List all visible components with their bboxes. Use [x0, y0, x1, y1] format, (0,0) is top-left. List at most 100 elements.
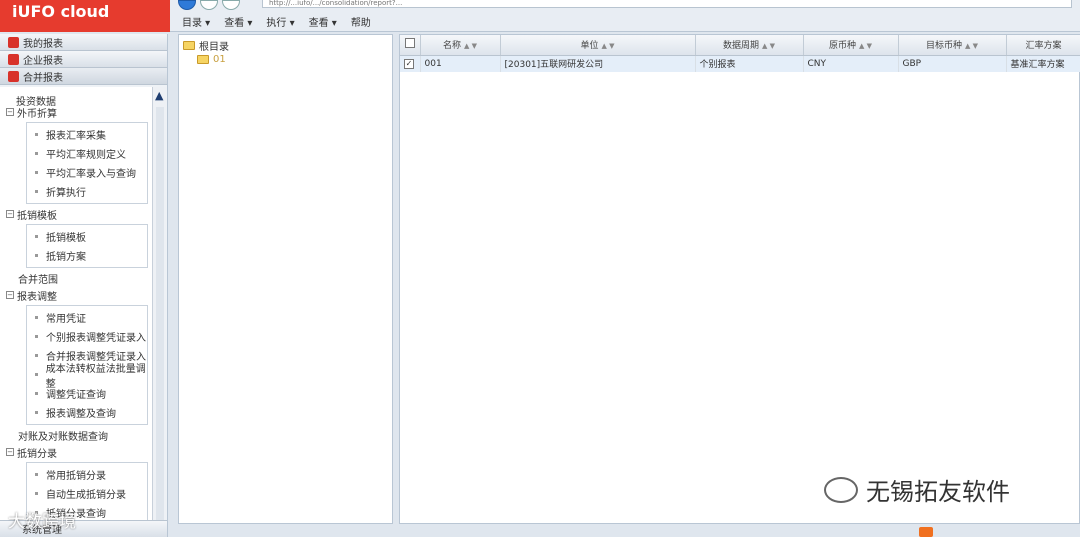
tree-item[interactable]: 平均汇率录入与查询 — [27, 163, 147, 182]
left-splitter[interactable] — [169, 34, 177, 537]
column-header-rate-scheme[interactable]: 汇率方案 — [1006, 35, 1080, 56]
watermark-left: 大数跨境 — [8, 512, 76, 532]
top-bar: iUFO cloud http://...iufo/.../consolidat… — [0, 0, 1080, 32]
bullet-icon — [35, 171, 38, 174]
menu-execute[interactable]: 执行 ▾ — [266, 14, 294, 29]
bullet-icon — [35, 190, 38, 193]
ime-icon[interactable] — [919, 527, 933, 537]
tree-item[interactable]: 报表汇率采集 — [27, 125, 147, 144]
sort-icon[interactable]: ▲ ▼ — [762, 42, 775, 50]
section-consolidated-reports[interactable]: 合并报表 — [0, 68, 167, 85]
column-header-name[interactable]: 名称 ▲ ▼ — [420, 35, 501, 56]
row-checkbox-cell[interactable]: ✓ — [400, 55, 421, 72]
column-header-source-currency[interactable]: 原币种 ▲ ▼ — [803, 35, 899, 56]
collapse-icon[interactable]: − — [6, 210, 14, 218]
status-bar — [399, 524, 1080, 537]
report-icon — [8, 70, 19, 82]
tree-item[interactable]: 常用抵销分录 — [27, 465, 147, 484]
sort-icon[interactable]: ▲ ▼ — [602, 42, 615, 50]
tree-group-elimination-entries[interactable]: − 抵销分录 — [0, 444, 152, 460]
tree-item-consolidation-scope[interactable]: 合并范围 — [0, 270, 152, 287]
tree-group-report-adjustment[interactable]: − 报表调整 — [0, 287, 152, 303]
bullet-icon — [35, 373, 38, 376]
grid-header-row: 名称 ▲ ▼ 单位 ▲ ▼ 数据周期 ▲ ▼ 原币种 ▲ ▼ 目标币种 ▲ ▼ 汇率方案 — [400, 35, 1080, 56]
row-checkbox[interactable]: ✓ — [404, 58, 414, 69]
menu-directory[interactable]: 目录 ▾ — [182, 14, 210, 29]
tree-group-elimination-template[interactable]: − 抵销模板 — [0, 206, 152, 222]
bullet-icon — [35, 392, 38, 395]
sort-icon[interactable]: ▲ ▼ — [859, 42, 872, 50]
folder-icon — [183, 40, 195, 50]
bullet-icon — [35, 411, 38, 414]
folder-icon — [197, 54, 209, 64]
collapse-icon[interactable]: − — [6, 448, 14, 456]
refresh-button[interactable] — [222, 0, 240, 10]
left-navigation-panel: 我的报表 企业报表 合并报表 投资数据 − 外币折算 报表汇率采集 平均汇率规则… — [0, 34, 168, 537]
function-tree: 投资数据 − 外币折算 报表汇率采集 平均汇率规则定义 平均汇率录入与查询 折算… — [0, 87, 152, 537]
column-header-unit[interactable]: 单位 ▲ ▼ — [500, 35, 696, 56]
cell-source-currency[interactable]: CNY — [803, 55, 899, 72]
cell-rate-scheme[interactable]: 基准汇率方案 — [1006, 55, 1080, 72]
tree-child[interactable]: 01 — [179, 52, 392, 66]
forward-button[interactable] — [200, 0, 218, 10]
browser-nav — [178, 0, 240, 10]
directory-tree-panel: 根目录 01 — [178, 34, 393, 524]
table-row[interactable]: ✓ 001 [20301]五联网研发公司 个别报表 CNY GBP 基准汇率方案 — [400, 55, 1080, 72]
tree-item[interactable]: 抵销模板 — [27, 227, 147, 246]
wechat-icon — [824, 476, 858, 503]
column-header-period[interactable]: 数据周期 ▲ ▼ — [695, 35, 804, 56]
tree-item[interactable]: 报表调整及查询 — [27, 403, 147, 422]
scroll-up-icon[interactable]: ▲ — [155, 89, 163, 102]
section-label: 企业报表 — [23, 55, 63, 67]
cell-target-currency[interactable]: GBP — [898, 55, 1007, 72]
report-icon — [8, 53, 19, 65]
select-all-header[interactable] — [400, 35, 421, 56]
collapse-icon[interactable]: − — [6, 108, 14, 116]
menu-view[interactable]: 查看 ▾ — [309, 14, 337, 29]
collapse-icon[interactable]: − — [6, 291, 14, 299]
menu-help[interactable]: 帮助 — [351, 14, 371, 29]
cell-period[interactable]: 个别报表 — [695, 55, 804, 72]
select-all-checkbox[interactable] — [404, 38, 415, 49]
watermark-text: 无锡拓友软件 — [866, 478, 1010, 506]
tree-group-currency-translation[interactable]: − 外币折算 — [0, 104, 152, 120]
section-my-reports[interactable]: 我的报表 — [0, 34, 167, 51]
tree-item-reconciliation[interactable]: 对账及对账数据查询 — [0, 427, 152, 444]
menu-edit[interactable]: 查看 ▾ — [224, 14, 252, 29]
watermark-wechat: 无锡拓友软件 — [824, 472, 1010, 507]
bullet-icon — [35, 473, 38, 476]
tree-group-items: 报表汇率采集 平均汇率规则定义 平均汇率录入与查询 折算执行 — [26, 122, 148, 204]
tree-item[interactable]: 折算执行 — [27, 182, 147, 201]
grid-table: 名称 ▲ ▼ 单位 ▲ ▼ 数据周期 ▲ ▼ 原币种 ▲ ▼ 目标币种 ▲ ▼ 汇率方案 … — [400, 35, 1080, 72]
tree-item[interactable]: 成本法转权益法批量调整 — [27, 364, 147, 390]
tree-item[interactable]: 抵销方案 — [27, 246, 147, 265]
bullet-icon — [35, 152, 38, 155]
tree-item[interactable]: 平均汇率规则定义 — [27, 144, 147, 163]
column-header-target-currency[interactable]: 目标币种 ▲ ▼ — [898, 35, 1007, 56]
section-label: 合并报表 — [23, 72, 63, 84]
tree-root[interactable]: 根目录 — [179, 38, 392, 53]
section-label: 我的报表 — [23, 38, 63, 50]
section-enterprise-reports[interactable]: 企业报表 — [0, 51, 167, 68]
report-icon — [8, 36, 19, 48]
bullet-icon — [35, 354, 38, 357]
address-bar[interactable]: http://...iufo/.../consolidation/report?… — [262, 0, 1072, 8]
sort-icon[interactable]: ▲ ▼ — [965, 42, 978, 50]
tree-item[interactable]: 常用凭证 — [27, 308, 147, 327]
tree-item-investment-data[interactable]: 投资数据 — [0, 87, 152, 108]
bullet-icon — [35, 254, 38, 257]
bullet-icon — [35, 133, 38, 136]
left-scrollbar[interactable]: ▲ ▼ — [152, 87, 166, 537]
sort-icon[interactable]: ▲ ▼ — [464, 42, 477, 50]
cell-name[interactable]: 001 — [420, 55, 501, 72]
menu-bar: 目录 ▾ 查看 ▾ 执行 ▾ 查看 ▾ 帮助 — [182, 12, 371, 30]
back-button[interactable] — [178, 0, 196, 10]
scroll-thumb[interactable] — [156, 107, 164, 537]
tree-item[interactable]: 个别报表调整凭证录入 — [27, 327, 147, 346]
bullet-icon — [35, 316, 38, 319]
tree-group-items: 常用凭证 个别报表调整凭证录入 合并报表调整凭证录入 成本法转权益法批量调整 调… — [26, 305, 148, 425]
app-logo: iUFO cloud — [0, 0, 170, 32]
data-grid: 名称 ▲ ▼ 单位 ▲ ▼ 数据周期 ▲ ▼ 原币种 ▲ ▼ 目标币种 ▲ ▼ 汇率方案 … — [399, 34, 1080, 524]
tree-item[interactable]: 自动生成抵销分录 — [27, 484, 147, 503]
cell-unit[interactable]: [20301]五联网研发公司 — [500, 55, 696, 72]
